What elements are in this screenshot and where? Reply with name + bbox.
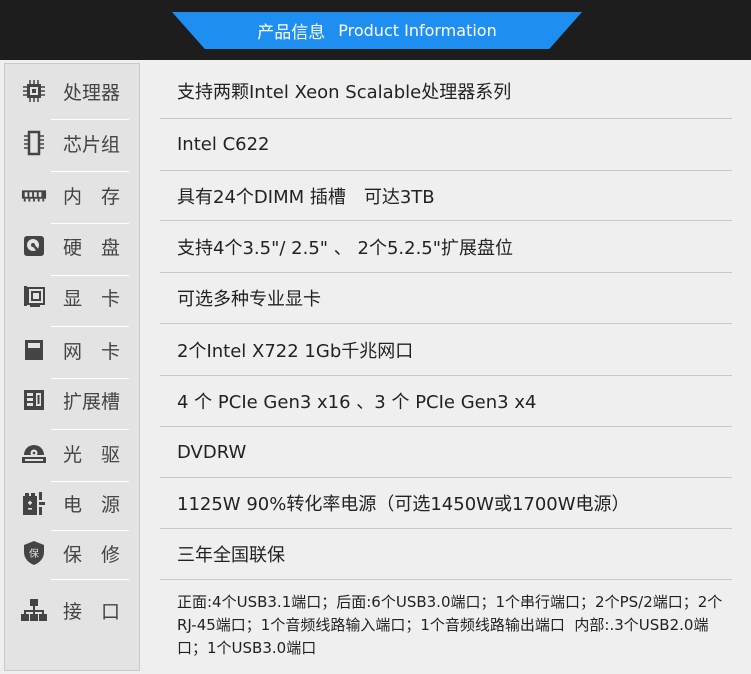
spec-value: 具有24个DIMM 插槽 可达3TB: [177, 186, 435, 208]
title-cn: 产品信息: [257, 23, 326, 43]
spec-value: DVDRW: [177, 441, 247, 463]
spec-row-expansion: 4 个 PCIe Gen3 x16 、3 个 PCIe Gen3 x4: [160, 376, 732, 427]
sidebar-item-expansion: 扩展槽: [5, 386, 139, 414]
sidebar-label: 保 修: [63, 543, 121, 566]
spec-value: 支持两颗Intel Xeon Scalable处理器系列: [177, 81, 512, 103]
power-supply-icon: [21, 490, 47, 516]
divider: [51, 275, 129, 276]
spec-label-sidebar: 处理器 芯片组 内 存 硬 盘 显 卡 网 卡 扩展槽 光 驱 电 源 保 保 …: [4, 63, 140, 671]
sidebar-label: 显 卡: [63, 287, 121, 310]
warranty-shield-icon: 保: [21, 540, 47, 566]
spec-row-optical: DVDRW: [160, 427, 732, 478]
sidebar-label: 处理器: [63, 81, 121, 104]
sidebar-item-power: 电 源: [5, 489, 139, 517]
divider: [51, 119, 129, 120]
spec-value: 1125W 90%转化率电源（可选1450W或1700W电源）: [177, 494, 630, 515]
sidebar-item-cpu: 处理器: [5, 77, 139, 105]
expansion-slot-icon: [21, 387, 47, 413]
divider: [51, 429, 129, 430]
sidebar-item-chipset: 芯片组: [5, 129, 139, 157]
sidebar-label: 芯片组: [63, 133, 121, 156]
spec-row-power: 1125W 90%转化率电源（可选1450W或1700W电源）: [160, 478, 732, 529]
spec-row-hdd: 支持4个3.5"/ 2.5" 、 2个5.2.5"扩展盘位: [160, 221, 732, 273]
divider: [51, 481, 129, 482]
spec-row-chipset: Intel C622: [160, 119, 732, 171]
divider: [51, 171, 129, 172]
spec-value: 三年全国联保: [177, 545, 285, 566]
sidebar-item-ports: 接 口: [5, 596, 139, 624]
header-bar: 产品信息 Product Information: [0, 0, 751, 60]
optical-drive-icon: [21, 440, 47, 466]
gpu-icon: [21, 284, 47, 310]
sidebar-item-optical: 光 驱: [5, 439, 139, 467]
spec-row-ports: 正面:4个USB3.1端口；后面:6个USB3.0端口；1个串行端口；2个PS/…: [160, 580, 732, 670]
sidebar-label: 扩展槽: [63, 390, 121, 413]
sidebar-item-nic: 网 卡: [5, 336, 139, 364]
cpu-icon: [21, 78, 47, 104]
sidebar-item-hdd: 硬 盘: [5, 232, 139, 260]
sidebar-label: 光 驱: [63, 443, 121, 466]
spec-value: 支持4个3.5"/ 2.5" 、 2个5.2.5"扩展盘位: [177, 237, 514, 259]
memory-icon: [21, 182, 47, 208]
divider: [51, 378, 129, 379]
divider: [51, 223, 129, 224]
divider: [51, 579, 129, 580]
spec-value: 4 个 PCIe Gen3 x16 、3 个 PCIe Gen3 x4: [177, 392, 537, 413]
spec-value: 正面:4个USB3.1端口；后面:6个USB3.0端口；1个串行端口；2个PS/…: [177, 593, 723, 657]
sidebar-label: 接 口: [63, 600, 121, 623]
divider: [51, 326, 129, 327]
divider: [51, 530, 129, 531]
spec-value: 2个Intel X722 1Gb千兆网口: [177, 340, 414, 362]
chipset-icon: [21, 130, 47, 156]
sidebar-item-memory: 内 存: [5, 181, 139, 209]
sidebar-item-warranty: 保 保 修: [5, 539, 139, 567]
title-en: Product Information: [338, 21, 497, 40]
nic-icon: [21, 337, 47, 363]
sidebar-label: 硬 盘: [63, 236, 121, 259]
spec-value: 可选多种专业显卡: [177, 289, 321, 310]
spec-value: Intel C622: [177, 134, 270, 155]
section-title-banner: 产品信息 Product Information: [172, 12, 582, 49]
spec-row-warranty: 三年全国联保: [160, 529, 732, 580]
spec-row-gpu: 可选多种专业显卡: [160, 273, 732, 324]
spec-row-cpu: 支持两颗Intel Xeon Scalable处理器系列: [160, 63, 732, 119]
svg-text:保: 保: [29, 547, 39, 560]
spec-row-memory: 具有24个DIMM 插槽 可达3TB: [160, 171, 732, 221]
sidebar-label: 内 存: [63, 185, 121, 208]
spec-row-nic: 2个Intel X722 1Gb千兆网口: [160, 324, 732, 376]
sidebar-label: 电 源: [63, 493, 121, 516]
network-ports-icon: [21, 597, 47, 623]
sidebar-item-gpu: 显 卡: [5, 283, 139, 311]
hdd-icon: [21, 233, 47, 259]
sidebar-label: 网 卡: [63, 340, 121, 363]
